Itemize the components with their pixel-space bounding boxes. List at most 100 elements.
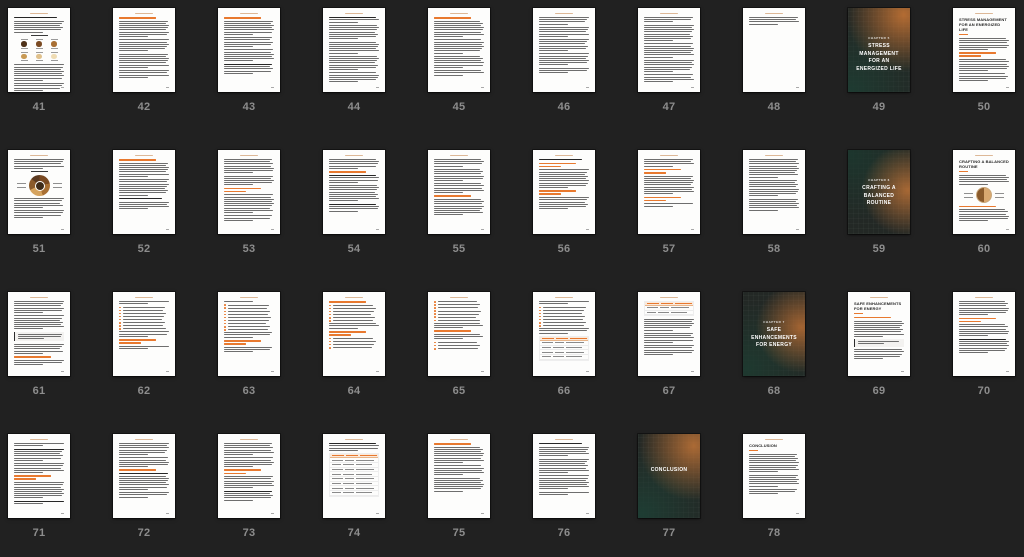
text-line [224, 27, 272, 28]
page-thumbnail[interactable] [323, 150, 385, 234]
page-thumbnail[interactable] [428, 292, 490, 376]
text-line [329, 58, 379, 59]
text-line [959, 177, 1009, 178]
text-line [329, 168, 358, 169]
page-thumbnail[interactable] [533, 292, 595, 376]
page-thumbnail[interactable] [218, 150, 280, 234]
page-thumbnail[interactable] [533, 150, 595, 234]
section-heading-placeholder [224, 17, 274, 19]
section-heading-placeholder [854, 317, 904, 319]
text-line [329, 448, 378, 449]
bold-text-line [119, 198, 169, 199]
page-thumbnail[interactable] [638, 292, 700, 376]
page-thumbnail[interactable] [218, 292, 280, 376]
heading-line [119, 17, 156, 19]
text-line [329, 159, 376, 160]
page-thumbnail[interactable]: CHAPTER 7SAFE ENHANCEMENTS FOR ENERGY [743, 292, 805, 376]
page-thumbnail[interactable]: CHAPTER 5STRESS MANAGEMENT FOR AN ENERGI… [848, 8, 910, 92]
page-cell: 46 [533, 8, 595, 113]
text-line [959, 45, 1009, 46]
page-thumbnail[interactable] [428, 434, 490, 518]
page-thumbnail[interactable] [113, 434, 175, 518]
page-thumbnail[interactable] [8, 292, 70, 376]
bullet-item [539, 325, 589, 327]
page-thumbnail[interactable] [8, 8, 70, 92]
text-line [14, 472, 43, 473]
text-line [434, 72, 484, 73]
page-thumbnail[interactable]: CRAFTING A BALANCED ROUTINE [953, 150, 1015, 234]
text-line [119, 39, 169, 40]
page-thumbnail[interactable] [8, 434, 70, 518]
page-thumbnail[interactable] [428, 8, 490, 92]
page-thumbnail[interactable] [218, 8, 280, 92]
text-line [434, 169, 480, 170]
text-line [854, 334, 904, 335]
page-thumbnail[interactable]: SAFE ENHANCEMENTS FOR ENERGY [848, 292, 910, 376]
page-thumbnail[interactable] [533, 8, 595, 92]
bullet-text-line [333, 338, 373, 339]
paragraph-placeholder [329, 56, 379, 70]
table-cell [343, 492, 354, 493]
text-line [749, 163, 799, 164]
page-thumbnail[interactable] [323, 434, 385, 518]
text-line [224, 443, 272, 444]
text-line [644, 54, 694, 55]
page-thumbnail[interactable] [113, 292, 175, 376]
running-header-placeholder [240, 155, 258, 156]
page-thumbnail[interactable] [8, 150, 70, 234]
page-thumbnail[interactable] [638, 8, 700, 92]
running-header-placeholder [765, 13, 783, 14]
page-thumbnail[interactable] [743, 150, 805, 234]
text-line [119, 443, 169, 444]
bullet-item [119, 310, 169, 312]
bullet-text-line [123, 316, 165, 317]
page-thumbnail[interactable] [428, 150, 490, 234]
text-line [14, 305, 61, 306]
page-thumbnail[interactable]: CONCLUSION [743, 434, 805, 518]
text-line [959, 218, 1008, 219]
text-line [854, 336, 883, 337]
paragraph-placeholder [644, 60, 694, 72]
text-line [14, 489, 64, 490]
page-thumbnail[interactable] [953, 292, 1015, 376]
page-thumbnail[interactable] [638, 150, 700, 234]
page-thumbnail[interactable] [113, 8, 175, 92]
page-thumbnail[interactable]: CONCLUSION [638, 434, 700, 518]
text-line [749, 24, 778, 25]
text-line [329, 198, 379, 199]
paragraph-placeholder [539, 475, 589, 489]
page-thumbnail[interactable] [533, 434, 595, 518]
paragraph-placeholder [434, 199, 484, 215]
section-heading-placeholder [224, 469, 274, 474]
paragraph-placeholder [329, 443, 379, 451]
text-line [434, 478, 480, 479]
page-thumbnail[interactable]: CHAPTER 6CRAFTING A BALANCED ROUTINE [848, 150, 910, 234]
paragraph-placeholder [329, 323, 379, 328]
diagram-labels-right [995, 193, 1004, 198]
page-cell: CONCLUSION77 [638, 434, 700, 539]
text-line [119, 445, 167, 446]
text-line [749, 180, 797, 181]
text-line [224, 42, 273, 43]
page-thumbnail[interactable] [743, 8, 805, 92]
text-line [434, 32, 481, 33]
page-thumbnail[interactable]: STRESS MANAGEMENT FOR AN ENERGIZED LIFE [953, 8, 1015, 92]
paragraph-placeholder [14, 210, 64, 218]
paragraph-placeholder [224, 37, 274, 47]
text-line [224, 54, 274, 55]
page-number-placeholder [586, 513, 589, 514]
text-line [749, 186, 796, 187]
text-line [14, 80, 43, 81]
pie-diagram [959, 187, 1009, 203]
section-heading-placeholder [644, 169, 694, 174]
page-thumbnail[interactable] [323, 292, 385, 376]
text-line [119, 32, 169, 33]
page-thumbnail[interactable] [218, 434, 280, 518]
bullet-text-line [123, 307, 165, 308]
swatch-label-placeholder [21, 48, 28, 49]
text-line [539, 174, 585, 175]
page-thumbnail[interactable] [323, 8, 385, 92]
chapter-cover-title: STRESS MANAGEMENT FOR AN ENERGIZED LIFE [853, 43, 905, 73]
table-cell [356, 488, 374, 489]
page-thumbnail[interactable] [113, 150, 175, 234]
